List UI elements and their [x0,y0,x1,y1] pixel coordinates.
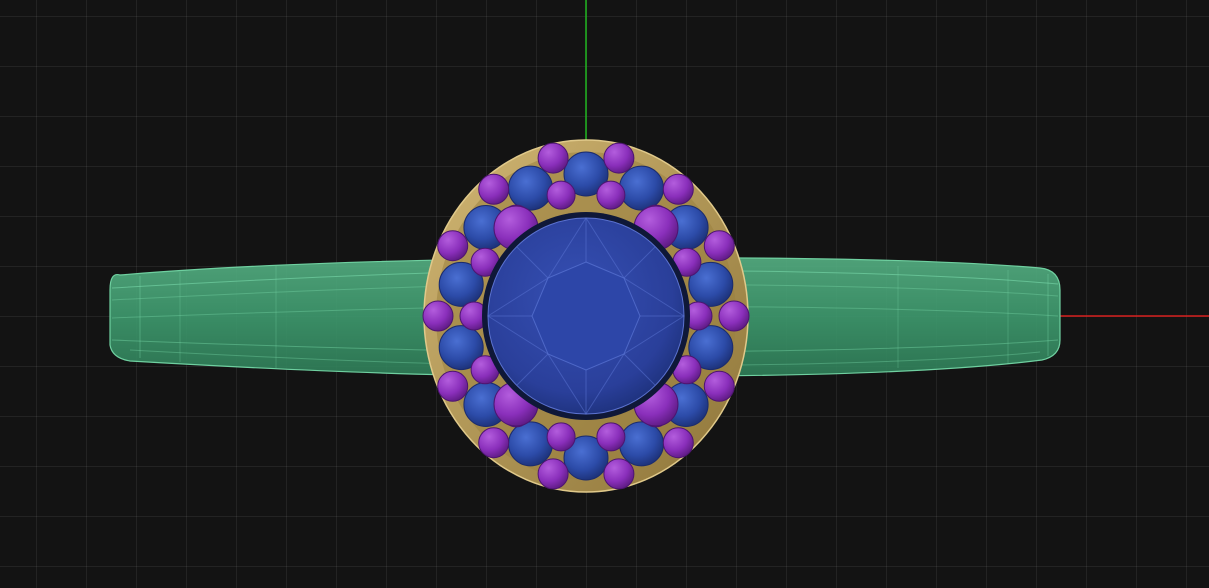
accent-bead [537,142,569,174]
accent-bead [662,427,694,459]
3d-viewport[interactable] [0,0,1209,588]
accent-bead [478,173,510,205]
accent-bead [478,427,510,459]
halo-stone [508,421,553,467]
center-stone[interactable] [482,212,690,420]
accent-bead [662,173,694,205]
model-scene[interactable] [0,0,1209,588]
accent-bead [703,370,735,402]
accent-bead [596,180,626,210]
accent-bead [437,230,469,262]
accent-bead [546,422,576,452]
accent-bead [422,300,454,332]
accent-bead [603,142,635,174]
accent-bead [437,370,469,402]
accent-bead [537,458,569,490]
accent-bead [718,300,750,332]
halo-stone [619,421,664,467]
accent-bead [596,422,626,452]
accent-bead [603,458,635,490]
accent-bead [703,230,735,262]
halo-stone [619,165,664,211]
accent-bead [546,180,576,210]
halo-stone [508,165,553,211]
